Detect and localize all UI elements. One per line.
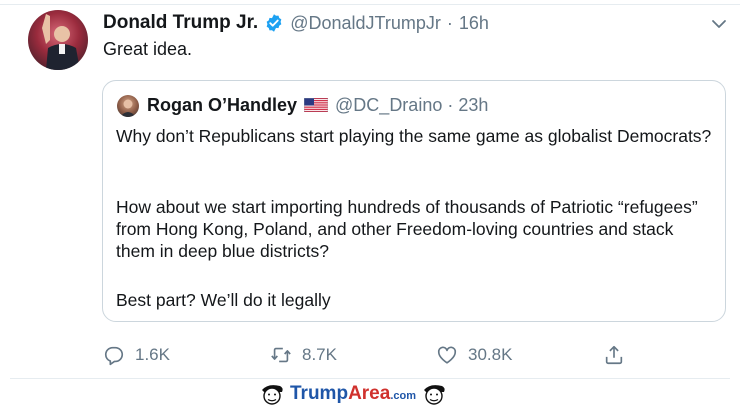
bottom-divider (10, 378, 730, 379)
quoted-tweet-paragraph: Why don’t Republicans start playing the … (116, 126, 712, 146)
tweet-text: Great idea. (103, 39, 193, 59)
separator-dot: · (446, 12, 453, 33)
reply-count: 1.6K (135, 345, 170, 364)
site-watermark: TrumpArea.com (258, 380, 488, 407)
separator-dot: · (447, 94, 454, 115)
quoted-tweet-header: Rogan O’Handley @DC_Draino · 23h (147, 93, 488, 117)
retweet-count: 8.7K (302, 345, 337, 364)
retweet-icon (271, 347, 291, 363)
quoted-author-name: Rogan O’Handley (147, 94, 298, 115)
watermark-text: TrumpArea.com (290, 382, 416, 404)
reply-icon (104, 346, 124, 366)
quoted-tweet-timestamp: 23h (458, 94, 489, 115)
avatar-photo-icon (120, 99, 136, 117)
share-button[interactable] (603, 342, 625, 368)
share-icon (605, 345, 623, 365)
like-button[interactable]: 30.8K (436, 342, 512, 368)
quoted-tweet-paragraph: How about we start importing hundreds of… (116, 197, 698, 261)
avatar-photo-icon (42, 14, 80, 70)
like-count: 30.8K (468, 345, 513, 364)
author-name[interactable]: Donald Trump Jr. (103, 12, 258, 34)
tweet-header: Donald Trump Jr. @DonaldJTrumpJr · 16h (103, 10, 489, 36)
tweet-timestamp[interactable]: 16h (459, 13, 489, 34)
quoted-author-handle: @DC_Draino (335, 94, 443, 115)
caricature-face-icon (262, 384, 283, 405)
quoted-tweet-paragraph: Best part? We’ll do it legally (116, 290, 331, 310)
retweet-button[interactable]: 8.7K (270, 342, 337, 368)
verified-badge-icon (266, 14, 282, 32)
author-handle[interactable]: @DonaldJTrumpJr (290, 13, 441, 34)
caricature-face-icon (424, 384, 445, 405)
us-flag-icon (304, 98, 329, 112)
top-divider (0, 0, 740, 5)
reply-button[interactable]: 1.6K (103, 342, 170, 368)
chevron-down-icon[interactable] (709, 14, 729, 34)
heart-icon (437, 346, 457, 364)
author-avatar[interactable] (28, 10, 88, 70)
quoted-author-avatar (117, 95, 139, 117)
tweet-action-bar: 1.6K 8.7K 30.8K (103, 342, 633, 368)
quoted-tweet-card[interactable]: Rogan O’Handley @DC_Draino · 23h Why don… (102, 80, 726, 322)
